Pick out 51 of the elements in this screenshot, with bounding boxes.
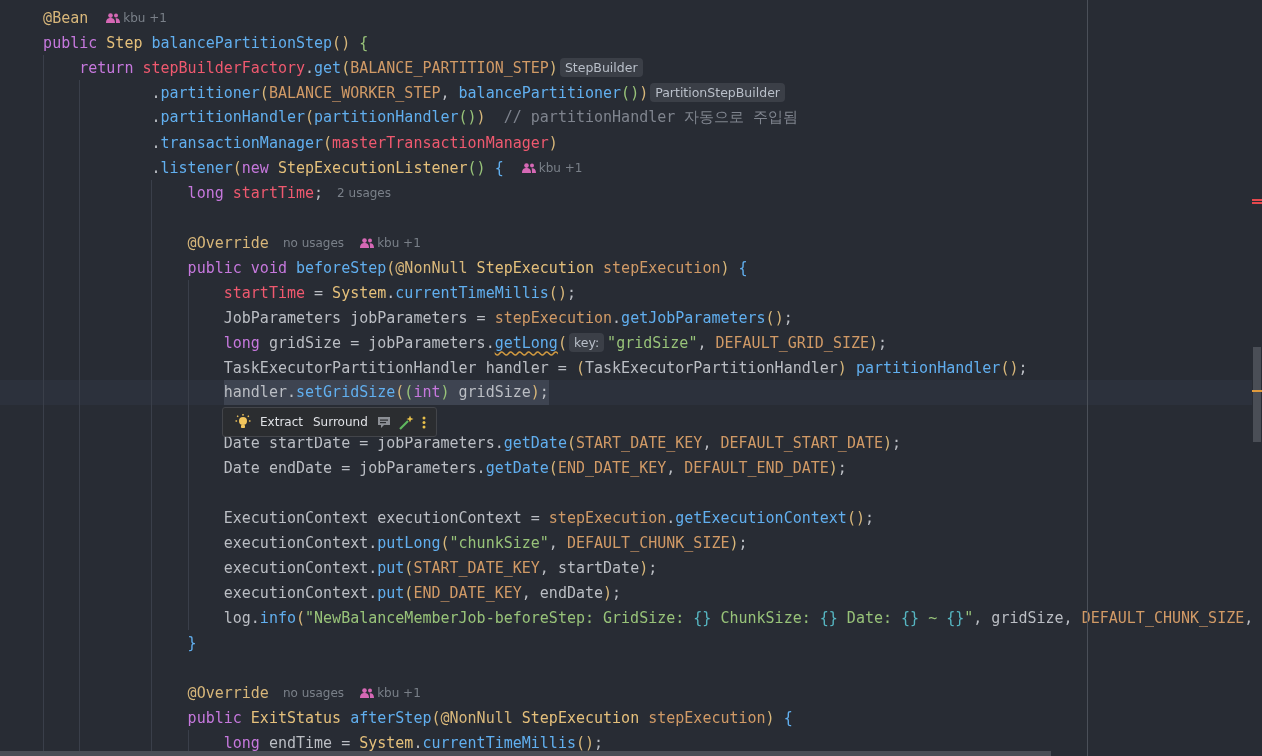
code-text: log.info("NewBalanceMemberJob-beforeStep: GridSize: {} ChunkSize: {} Date: {} ~ {}", gridSize, DEFAULT_CHUNK_SIZE,: [223, 608, 1254, 627]
code-text: TaskExecutorPartitionHandler handler = (TaskExecutorPartitionHandler) partitionHandler();: [223, 358, 1028, 377]
more-icon[interactable]: [421, 415, 426, 429]
code-text: executionContext.putLong("chunkSize", DEFAULT_CHUNK_SIZE);: [223, 533, 748, 552]
magic-wand-icon[interactable]: [398, 414, 414, 430]
code-text: long startTime;: [187, 183, 324, 202]
code-text: long gridSize = jobParameters.getLong(: [223, 333, 567, 352]
people-icon: [360, 687, 375, 698]
error-marker[interactable]: [1252, 199, 1262, 204]
horizontal-scrollbar[interactable]: [0, 751, 1051, 756]
code-text: .partitionHandler(partitionHandler()) // partitionHandler 자동으로 주입됨: [151, 108, 799, 127]
action-button[interactable]: Surround: [312, 415, 369, 429]
code-text: handler.setGridSize((int) gridSize);: [223, 380, 549, 405]
inlay-hint: key:: [568, 333, 605, 352]
code-text: Date startDate = jobParameters.getDate(START_DATE_KEY, DEFAULT_START_DATE);: [223, 433, 902, 452]
code-text: return stepBuilderFactory.get(BALANCE_PARTITION_STEP): [79, 58, 558, 77]
code-text: public ExitStatus afterStep(@NonNull StepExecution stepExecution) {: [187, 708, 793, 727]
usages-link[interactable]: no usages: [282, 235, 345, 250]
code-text: @Override: [187, 683, 269, 702]
code-text: @Bean: [43, 8, 89, 27]
warning-marker[interactable]: [1252, 390, 1262, 392]
code-text: .partitioner(BALANCE_WORKER_STEP, balancePartitioner()): [151, 83, 649, 102]
code-text: JobParameters jobParameters = stepExecution.getJobParameters();: [223, 308, 793, 327]
author-hint[interactable]: kbu +1: [123, 10, 167, 25]
lightbulb-icon[interactable]: [235, 414, 251, 430]
code-text: ExecutionContext executionContext = stepExecution.getExecutionContext();: [223, 508, 874, 527]
scrollbar-thumb[interactable]: [1253, 347, 1261, 442]
people-icon: [106, 12, 121, 23]
code-text: startTime = System.currentTimeMillis();: [223, 283, 576, 302]
code-text: executionContext.put(START_DATE_KEY, startDate);: [223, 558, 658, 577]
inlay-hint: PartitionStepBuilder: [650, 83, 785, 102]
usages-link[interactable]: no usages: [282, 685, 345, 700]
inlay-hint: StepBuilder: [559, 58, 643, 77]
usages-link[interactable]: 2 usages: [337, 185, 391, 200]
code-text: Date endDate = jobParameters.getDate(END_DATE_KEY, DEFAULT_END_DATE);: [223, 458, 847, 477]
code-text: .transactionManager(masterTransactionManager): [151, 133, 558, 152]
author-hint[interactable]: kbu +1: [538, 160, 583, 175]
code-text: @Override: [187, 233, 269, 252]
code-text: public void beforeStep(@NonNull StepExecution stepExecution) {: [187, 258, 748, 277]
comment-icon[interactable]: [376, 415, 391, 429]
code-text: .listener(new StepExecutionListener() {: [151, 158, 504, 177]
author-hint[interactable]: kbu +1: [377, 235, 421, 250]
code-text: long endTime = System.currentTimeMillis();: [223, 733, 604, 752]
code-text: public Step balancePartitionStep() {: [43, 33, 369, 52]
code-text: executionContext.put(END_DATE_KEY, endDate);: [223, 583, 622, 602]
author-hint[interactable]: kbu +1: [377, 685, 421, 700]
action-button[interactable]: Extract: [259, 415, 304, 429]
people-icon: [521, 162, 536, 173]
people-icon: [360, 237, 375, 248]
code-text: "gridSize", DEFAULT_GRID_SIZE);: [607, 333, 888, 352]
code-text: }: [187, 633, 197, 652]
